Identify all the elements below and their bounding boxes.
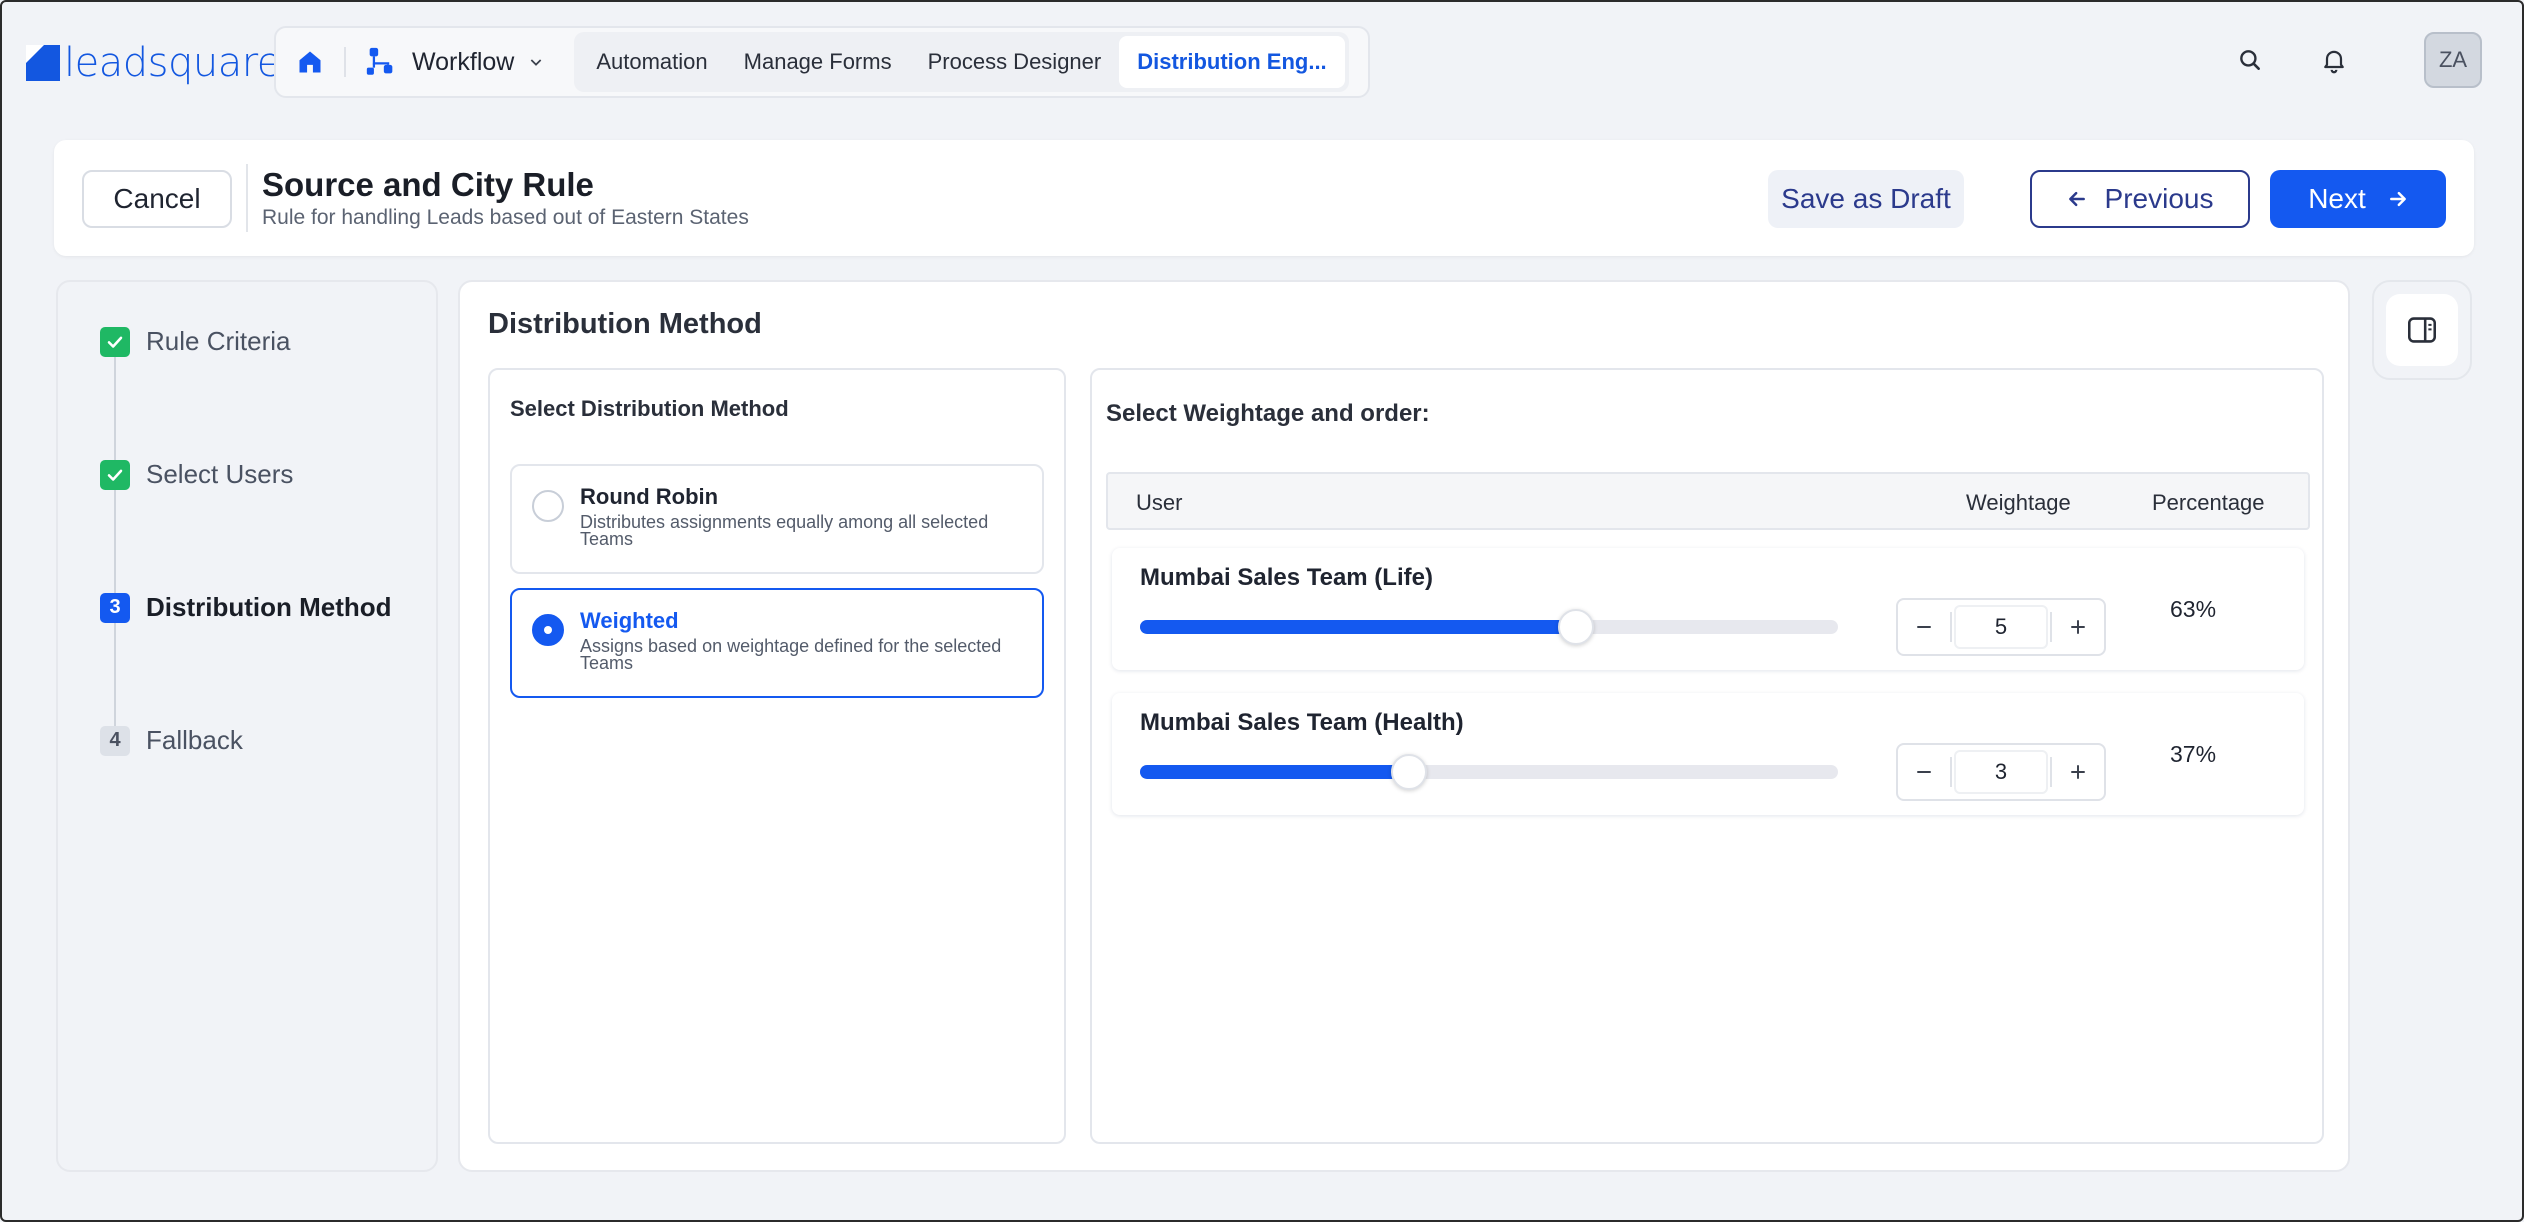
stepper-divider [1950, 612, 1952, 642]
workflow-icon [366, 47, 393, 75]
chevron-down-icon [531, 59, 542, 66]
step-rule-criteria[interactable]: Rule Criteria [100, 326, 291, 357]
tab-process-designer[interactable]: Process Designer [910, 36, 1120, 88]
check-icon [100, 459, 130, 490]
weightage-slider[interactable] [1140, 609, 1838, 645]
slider-fill [1140, 765, 1409, 779]
method-selector-panel: Select Distribution Method Round Robin D… [488, 368, 1066, 1144]
notifications-button[interactable] [2312, 38, 2356, 82]
check-icon [100, 326, 130, 357]
slider-handle[interactable] [1390, 754, 1427, 790]
top-navigation: leadsquared Workflow Automation Manage F… [2, 2, 2522, 122]
option-title: Weighted [580, 608, 679, 633]
step-label: Select Users [146, 459, 294, 489]
home-icon [299, 51, 321, 73]
previous-button[interactable]: Previous [2030, 170, 2250, 228]
column-percentage: Percentage [2152, 490, 2265, 515]
page-title: Source and City Rule [262, 166, 594, 203]
plus-icon [2071, 620, 2085, 634]
side-toggle-inner [2386, 294, 2458, 366]
minus-icon [1917, 771, 1931, 773]
section-title: Distribution Method [488, 308, 762, 340]
next-button[interactable]: Next [2270, 170, 2446, 228]
radio-weighted[interactable] [532, 614, 564, 646]
search-button[interactable] [2228, 38, 2272, 82]
method-heading: Select Distribution Method [510, 396, 789, 421]
minus-icon [1917, 626, 1931, 628]
weightage-stepper: 5 [1896, 598, 2106, 656]
tab-automation[interactable]: Automation [578, 36, 725, 88]
next-label: Next [2308, 183, 2366, 214]
weightage-input[interactable]: 3 [1954, 750, 2048, 794]
decrement-button[interactable] [1898, 745, 1950, 799]
stepper-divider [1950, 757, 1952, 787]
logo-text: leadsquared [64, 40, 306, 86]
weightage-table-header: User Weightage Percentage [1106, 472, 2310, 530]
slider-handle[interactable] [1558, 609, 1595, 645]
search-icon [2240, 50, 2260, 70]
decrement-button[interactable] [1898, 600, 1950, 654]
step-label: Fallback [146, 725, 243, 755]
weightage-stepper: 3 [1896, 743, 2106, 801]
leadsquared-logo[interactable]: leadsquared [26, 40, 306, 86]
column-weightage: Weightage [1966, 490, 2071, 515]
home-button[interactable] [286, 38, 334, 86]
stepper-line [114, 352, 116, 738]
app-window: leadsquared Workflow Automation Manage F… [0, 0, 2524, 1222]
increment-button[interactable] [2052, 600, 2104, 654]
distribution-method-card: Distribution Method Select Distribution … [458, 280, 2350, 1172]
bell-icon [2324, 50, 2344, 74]
step-fallback[interactable]: 4 Fallback [100, 725, 243, 756]
tab-distribution-engine[interactable]: Distribution Eng... [1119, 36, 1345, 88]
weightage-panel: Select Weightage and order: User Weighta… [1090, 368, 2324, 1144]
workflow-label: Workflow [412, 47, 515, 76]
option-round-robin[interactable]: Round Robin Distributes assignments equa… [510, 464, 1044, 574]
step-select-users[interactable]: Select Users [100, 459, 293, 490]
step-label: Rule Criteria [146, 326, 291, 356]
arrow-right-icon [2389, 191, 2406, 207]
weightage-row: Mumbai Sales Team (Life) 5 63% [1112, 548, 2304, 670]
rule-header: Cancel Source and City Rule Rule for han… [54, 140, 2474, 256]
side-panel-icon [2408, 317, 2436, 343]
option-title: Round Robin [580, 484, 719, 509]
logo-mark-icon [26, 45, 60, 81]
page-subtitle: Rule for handling Leads based out of Eas… [262, 206, 749, 229]
weightage-input[interactable]: 5 [1954, 605, 2048, 649]
radio-round-robin[interactable] [532, 490, 564, 522]
team-name: Mumbai Sales Team (Health) [1140, 709, 1464, 736]
option-weighted[interactable]: Weighted Assigns based on weightage defi… [510, 588, 1044, 698]
percentage-value: 63% [2170, 596, 2217, 622]
option-description: Distributes assignments equally among al… [580, 512, 989, 549]
user-avatar[interactable]: ZA [2424, 32, 2482, 88]
plus-icon [2071, 765, 2085, 779]
increment-button[interactable] [2052, 745, 2104, 799]
top-right-actions: ZA [2228, 32, 2482, 88]
rule-stepper: Rule Criteria Select Users 3 Distributio… [56, 280, 438, 1172]
step-label: Distribution Method [146, 592, 392, 622]
module-navbar: Workflow Automation Manage Forms Process… [274, 26, 1370, 98]
column-user: User [1136, 490, 1183, 515]
team-name: Mumbai Sales Team (Life) [1140, 564, 1433, 591]
step-distribution-method[interactable]: 3 Distribution Method [100, 592, 392, 623]
save-as-draft-button[interactable]: Save as Draft [1768, 170, 1964, 228]
step-number: 3 [100, 592, 130, 623]
slider-fill [1140, 620, 1577, 634]
header-divider [246, 164, 248, 232]
weightage-row: Mumbai Sales Team (Health) 3 37% [1112, 693, 2304, 815]
side-panel-toggle[interactable] [2372, 280, 2472, 380]
option-description: Assigns based on weightage defined for t… [580, 636, 1002, 673]
weightage-slider[interactable] [1140, 754, 1838, 790]
module-tabs: Automation Manage Forms Process Designer… [574, 32, 1349, 92]
tab-manage-forms[interactable]: Manage Forms [726, 36, 910, 88]
previous-label: Previous [2104, 183, 2214, 214]
percentage-value: 37% [2170, 741, 2217, 767]
step-number: 4 [100, 725, 130, 756]
nav-divider [344, 47, 346, 77]
weightage-heading: Select Weightage and order: [1106, 400, 1430, 427]
arrow-left-icon [2068, 191, 2085, 207]
cancel-button[interactable]: Cancel [82, 170, 232, 228]
workflow-dropdown[interactable]: Workflow [360, 35, 560, 89]
